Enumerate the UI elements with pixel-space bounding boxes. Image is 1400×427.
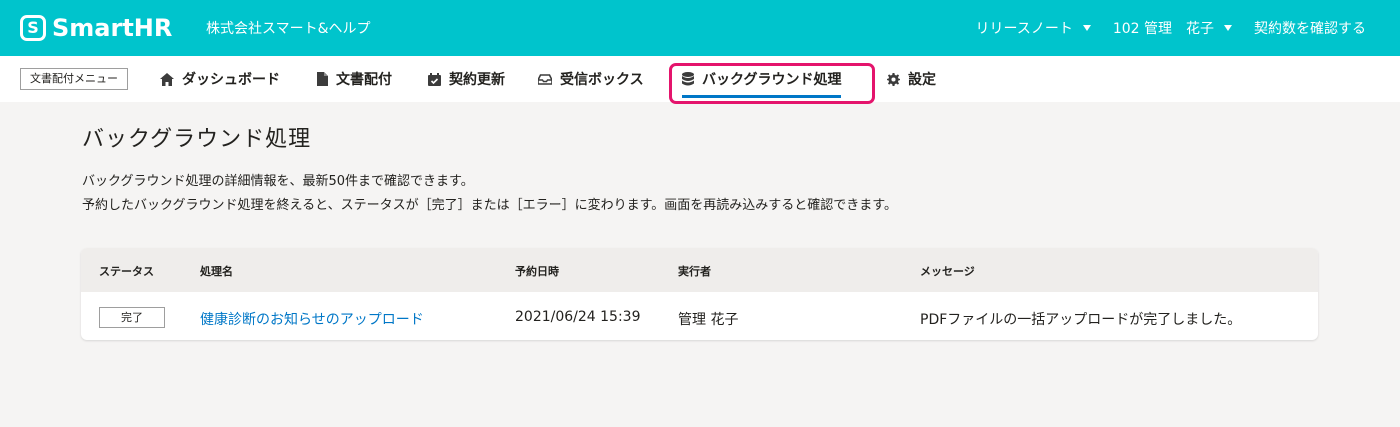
release-notes-dropdown[interactable]: リリースノート [976,18,1091,38]
check-contracts-label: 契約数を確認する [1254,21,1366,37]
status-badge: 完了 [99,307,165,328]
executor-cell: 管理 花子 [678,312,739,328]
column-header-message: メッセージ [920,265,975,278]
page-description-line2: 予約したバックグラウンド処理を終えると、ステータスが［完了］または［エラー］に変… [82,198,897,213]
gear-icon [887,72,900,86]
column-header-status: ステータス [99,265,154,278]
table-header: ステータス 処理名 予約日時 実行者 メッセージ [81,248,1318,292]
tab-contract-renewal[interactable]: 契約更新 [428,56,505,102]
page-description-line1: バックグラウンド処理の詳細情報を、最新50件まで確認できます。 [82,174,474,189]
message-cell: PDFファイルの一括アップロードが完了しました。 [920,312,1242,328]
dashboard-icon [160,72,174,86]
background-jobs-table: ステータス 処理名 予約日時 実行者 メッセージ 完了 健康診断のお知らせのアッ… [81,248,1318,340]
user-label: 102 管理 花子 [1112,21,1214,37]
document-icon [317,72,328,86]
tab-contract-renewal-label: 契約更新 [449,72,505,88]
tab-settings[interactable]: 設定 [887,56,936,102]
release-notes-label: リリースノート [975,21,1073,37]
tab-documents-label: 文書配付 [336,72,392,88]
tab-dashboard[interactable]: ダッシュボード [160,56,280,102]
tab-inbox[interactable]: 受信ボックス [538,56,644,102]
column-header-executor: 実行者 [678,265,711,278]
top-header: S SmartHR 株式会社スマート&ヘルプ リリースノート 102 管理 花子… [0,0,1400,56]
page-title: バックグラウンド処理 [82,127,312,152]
document-menu-label: 文書配付メニュー [20,68,128,90]
tab-inbox-label: 受信ボックス [560,72,644,88]
tenant-name: 株式会社スマート&ヘルプ [206,21,371,37]
logo-mark-icon: S [20,15,46,41]
caret-down-icon [1224,25,1232,31]
header-right-menu: リリースノート 102 管理 花子 契約数を確認する [976,18,1366,38]
tab-dashboard-label: ダッシュボード [182,72,280,88]
scheduled-at-cell: 2021/06/24 15:39 [515,309,641,325]
job-name-link[interactable]: 健康診断のお知らせのアップロード [200,309,424,329]
active-tab-highlight-frame [669,63,875,104]
calendar-icon [428,72,441,86]
tab-settings-label: 設定 [908,72,936,88]
smarthr-logo[interactable]: S SmartHR [20,14,172,42]
tab-documents[interactable]: 文書配付 [317,56,392,102]
inbox-icon [538,73,552,85]
column-header-scheduled-at: 予約日時 [515,265,559,278]
check-contracts-link[interactable]: 契約数を確認する [1254,18,1366,38]
user-menu-dropdown[interactable]: 102 管理 花子 [1113,18,1232,38]
column-header-job-name: 処理名 [200,265,233,278]
logo-text: SmartHR [52,14,173,42]
caret-down-icon [1082,25,1091,31]
